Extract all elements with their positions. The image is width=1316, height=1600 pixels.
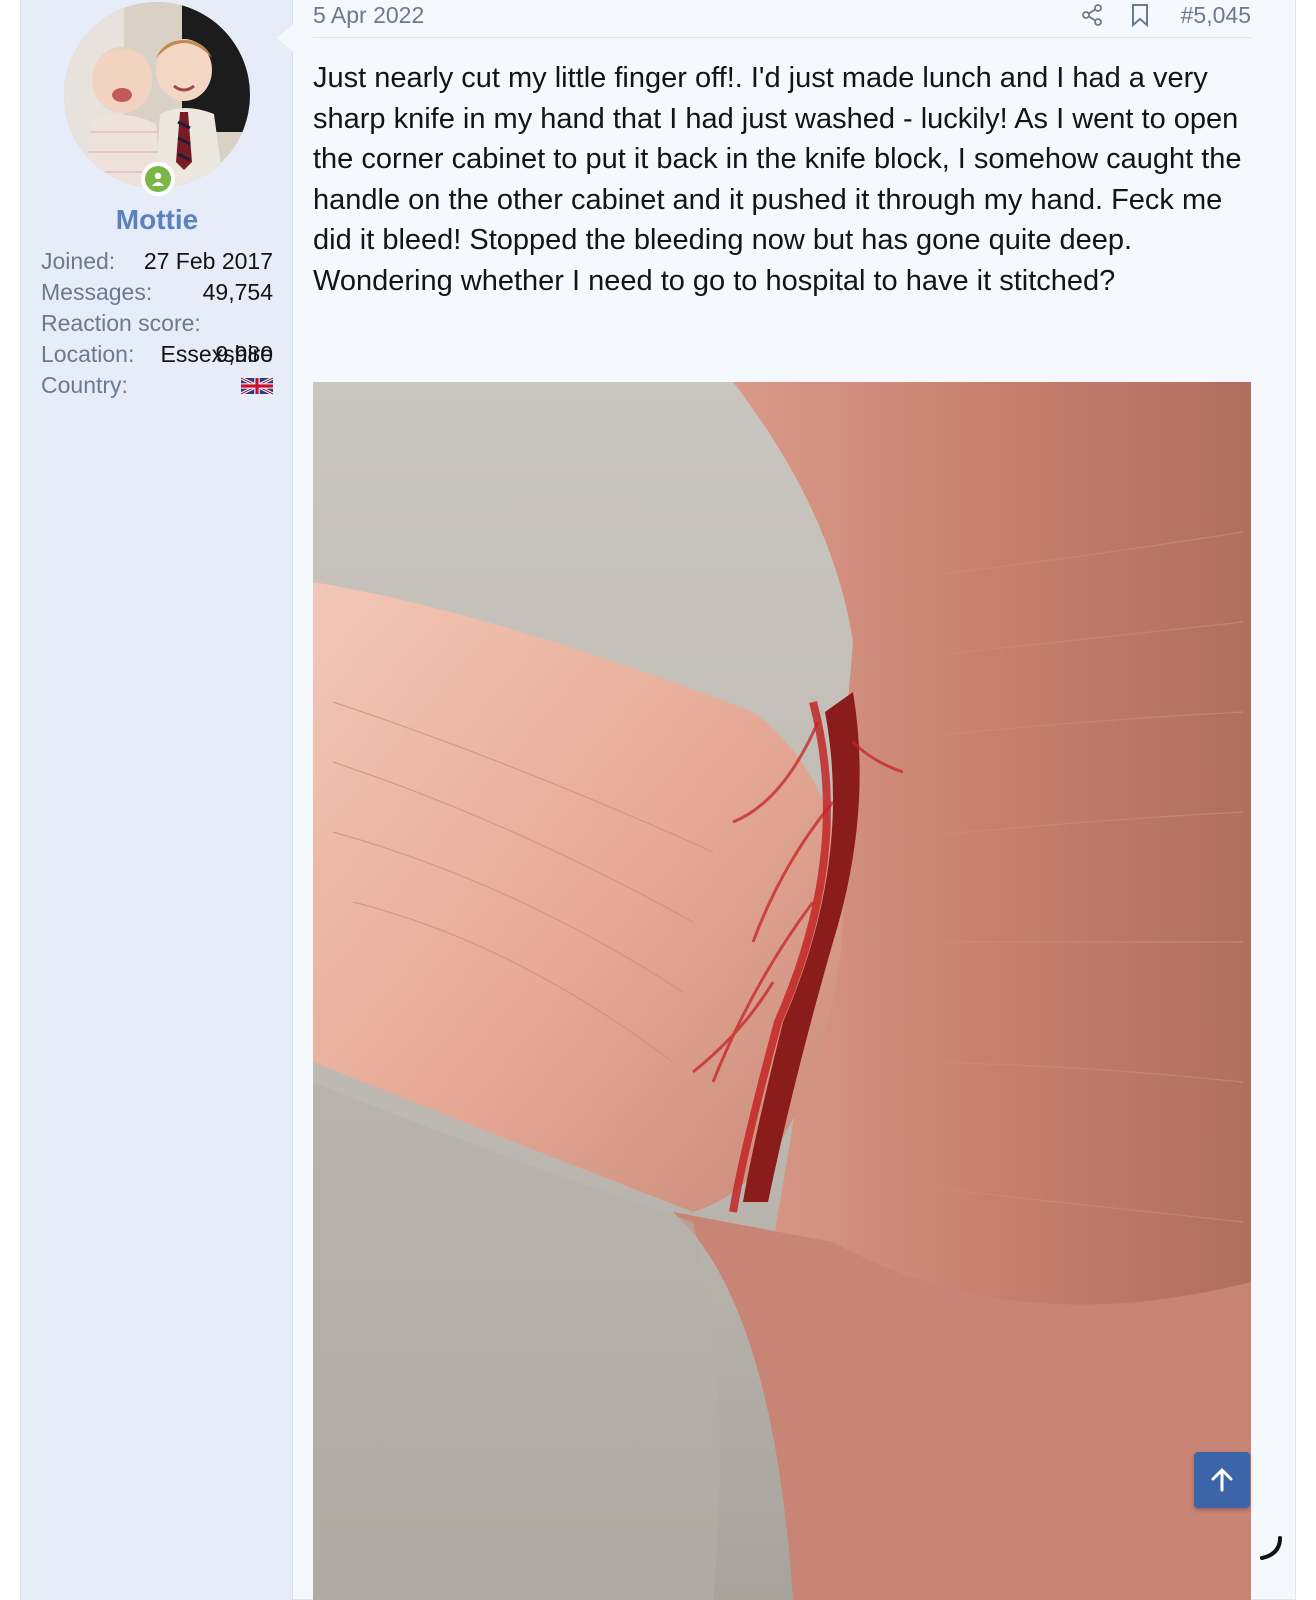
online-status-icon (141, 162, 175, 196)
attached-photo[interactable] (313, 382, 1251, 1600)
stat-label: Location: (41, 341, 135, 367)
stat-label: Reaction score: (41, 310, 201, 336)
user-stats: Joined: 27 Feb 2017 Messages: 49,754 Rea… (41, 246, 273, 401)
forum-post: Mottie Joined: 27 Feb 2017 Messages: 49,… (20, 0, 1296, 1600)
stat-value: 27 Feb 2017 (143, 248, 273, 274)
post-date[interactable]: 5 Apr 2022 (313, 2, 424, 29)
post-actions: #5,045 (1059, 0, 1251, 30)
scroll-to-top-button[interactable] (1194, 1452, 1250, 1508)
post-message: Just nearly cut my little finger off!. I… (313, 62, 1242, 297)
user-sidebar: Mottie Joined: 27 Feb 2017 Messages: 49,… (21, 0, 293, 1600)
post-arrow (277, 24, 293, 52)
bookmark-icon[interactable] (1125, 0, 1155, 30)
stat-label: Joined: (41, 248, 116, 274)
stat-label: Country: (41, 372, 128, 398)
stat-joined: Joined: 27 Feb 2017 (41, 246, 273, 277)
stat-value[interactable]: Essexshire (161, 339, 273, 370)
stat-label: Messages: (41, 279, 153, 305)
stat-location: Location: Essexshire (41, 339, 273, 370)
spinner-icon (1260, 1536, 1282, 1560)
arrow-up-icon (1211, 1468, 1233, 1492)
username-link[interactable]: Mottie (21, 204, 293, 236)
avatar[interactable] (64, 2, 250, 188)
post-header: 5 Apr 2022 #5,045 (313, 0, 1251, 38)
post-number-link[interactable]: #5,045 (1181, 2, 1251, 29)
stat-messages: Messages: 49,754 (41, 277, 273, 308)
uk-flag-icon (241, 376, 273, 396)
stat-country: Country: (41, 370, 273, 401)
share-icon[interactable] (1077, 0, 1107, 30)
stat-value[interactable]: 49,754 (203, 277, 273, 308)
stat-reaction-score: Reaction score: 9,980 (41, 308, 273, 367)
